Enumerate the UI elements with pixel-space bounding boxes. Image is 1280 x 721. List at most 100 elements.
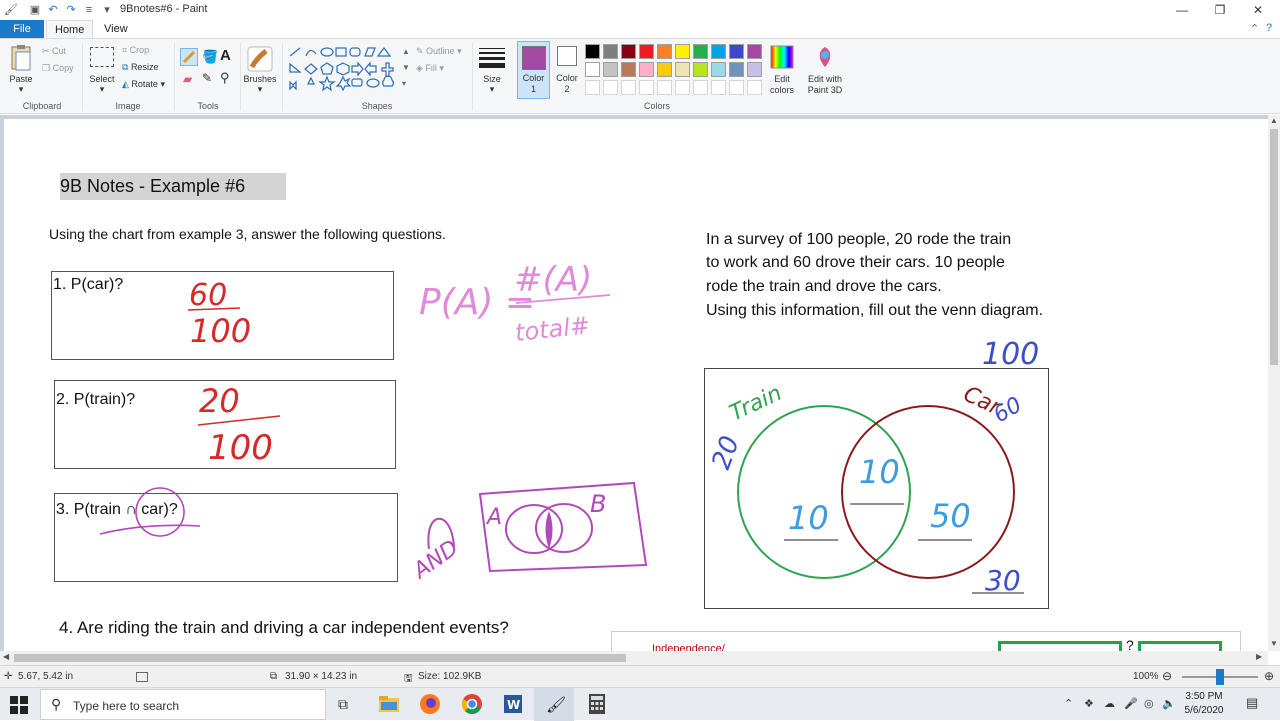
brushes-icon[interactable] [246,45,274,73]
paste-dropdown-icon[interactable]: ▾ [15,84,27,95]
scroll-left-icon[interactable]: ◀ [3,652,9,661]
crop-button[interactable]: ⌗ Crop [122,43,149,57]
palette-swatch[interactable] [585,62,600,77]
zoom-out-icon[interactable]: ⊖ [1162,669,1172,683]
palette-custom-slot[interactable] [639,80,654,95]
close-button[interactable]: ✕ [1238,0,1278,20]
shapes-gallery[interactable] [288,44,408,96]
paint3d-line1[interactable]: Edit with [802,74,848,85]
volume-icon[interactable]: 🔈 [1162,697,1176,710]
scroll-up-icon[interactable]: ▲ [1270,116,1278,125]
brushes-dropdown-icon[interactable]: ▾ [254,84,266,95]
customize-toolbar-icon[interactable]: ▾ [100,3,114,17]
palette-custom-slot[interactable] [621,80,636,95]
drawing-canvas[interactable]: 9B Notes - Example #6 Using the chart fr… [4,119,1268,651]
eraser-icon[interactable]: ▰ [183,72,192,86]
palette-swatch[interactable] [675,44,690,59]
size-dropdown-icon[interactable]: ▾ [486,84,498,95]
paint3d-line2[interactable]: Paint 3D [802,85,848,96]
palette-swatch[interactable] [639,62,654,77]
help-icon[interactable]: ? [1266,22,1272,34]
edit-colors-line1[interactable]: Edit [764,74,800,85]
shapes-scroll-up-icon[interactable]: ▲ [402,47,410,56]
palette-swatch[interactable] [747,44,762,59]
edit-colors-line2[interactable]: colors [764,85,800,96]
horizontal-scroll-thumb[interactable] [14,654,626,662]
zoom-in-icon[interactable]: ⊕ [1264,669,1274,683]
shapes-more-icon[interactable]: ▾ [402,79,406,88]
minimize-button[interactable]: — [1162,0,1202,20]
ribbon-collapse-icon[interactable]: ⌃ [1250,22,1259,35]
palette-swatch[interactable] [639,44,654,59]
magnifier-icon[interactable]: ⚲ [220,70,230,86]
file-explorer-icon[interactable] [378,693,400,715]
fill-button[interactable]: ◈ Fill ▾ [416,61,444,75]
color2-selector[interactable] [557,46,577,66]
palette-swatch[interactable] [603,44,618,59]
scroll-right-icon[interactable]: ▶ [1256,652,1262,661]
vertical-scroll-thumb[interactable] [1270,129,1278,365]
fill-bucket-icon[interactable]: 🪣 [202,49,218,65]
palette-swatch[interactable] [621,44,636,59]
palette-swatch[interactable] [585,44,600,59]
paint-taskbar-active[interactable]: 🖌 [534,688,574,721]
palette-custom-slot[interactable] [711,80,726,95]
redo-icon[interactable]: ↷ [64,3,78,17]
quick-access-menu-icon[interactable]: ≡ [82,3,96,17]
windows-start-icon[interactable] [10,696,28,714]
zoom-slider-thumb[interactable] [1216,669,1224,685]
shapes-scroll-down-icon[interactable]: ▼ [402,63,410,72]
microphone-icon[interactable]: 🎤 [1124,697,1138,710]
select-icon[interactable] [90,47,114,67]
palette-custom-slot[interactable] [585,80,600,95]
undo-icon[interactable]: ↶ [46,3,60,17]
color-picker-icon[interactable]: ✎ [202,71,212,85]
palette-swatch[interactable] [675,62,690,77]
scroll-down-icon[interactable]: ▼ [1270,639,1278,648]
palette-swatch[interactable] [711,44,726,59]
calculator-icon[interactable] [586,693,608,715]
palette-custom-slot[interactable] [603,80,618,95]
outline-button[interactable]: ✎ Outline ▾ [416,44,462,58]
palette-swatch[interactable] [657,62,672,77]
select-dropdown-icon[interactable]: ▾ [96,84,108,95]
notifications-icon[interactable]: ▤ [1246,695,1258,711]
palette-swatch[interactable] [603,62,618,77]
palette-custom-slot[interactable] [657,80,672,95]
pencil-icon[interactable] [180,48,198,66]
cloud-icon[interactable]: ☁ [1104,697,1115,710]
save-icon[interactable]: ▣ [28,3,42,17]
palette-swatch[interactable] [711,62,726,77]
palette-swatch[interactable] [693,44,708,59]
cut-button[interactable]: ✂ Cut [42,44,66,58]
dropbox-icon[interactable]: ❖ [1084,697,1094,710]
chrome-icon[interactable] [461,693,483,715]
network-icon[interactable]: ◎ [1144,697,1154,710]
palette-custom-slot[interactable] [693,80,708,95]
palette-custom-slot[interactable] [747,80,762,95]
word-icon[interactable]: W [502,693,524,715]
task-view-icon[interactable]: ⧉ [338,696,348,713]
palette-swatch[interactable] [747,62,762,77]
text-tool-icon[interactable]: A [220,47,231,64]
taskbar-search-box[interactable]: ⚲ Type here to search [40,689,326,720]
resize-button[interactable]: ⧉ Resize [122,60,158,74]
copy-button[interactable]: ❐ Copy [42,61,74,75]
palette-swatch[interactable] [693,62,708,77]
paint3d-icon[interactable] [814,45,836,69]
edit-colors-icon[interactable] [770,45,794,69]
tab-view[interactable]: View [96,20,136,38]
maximize-button[interactable]: ❐ [1200,0,1240,20]
palette-swatch[interactable] [657,44,672,59]
firefox-icon[interactable] [419,693,441,715]
horizontal-scrollbar[interactable]: ◀ ▶ [0,651,1268,665]
rotate-button[interactable]: ◭ Rotate ▾ [122,77,165,91]
palette-swatch[interactable] [729,44,744,59]
size-icon[interactable] [478,46,506,70]
taskbar-clock[interactable]: 3:50 PM 5/6/2020 [1182,690,1226,718]
tab-file[interactable]: File [0,20,44,38]
palette-swatch[interactable] [729,62,744,77]
palette-custom-slot[interactable] [729,80,744,95]
paste-icon[interactable] [10,44,32,72]
vertical-scrollbar[interactable]: ▲ ▼ [1268,115,1280,651]
